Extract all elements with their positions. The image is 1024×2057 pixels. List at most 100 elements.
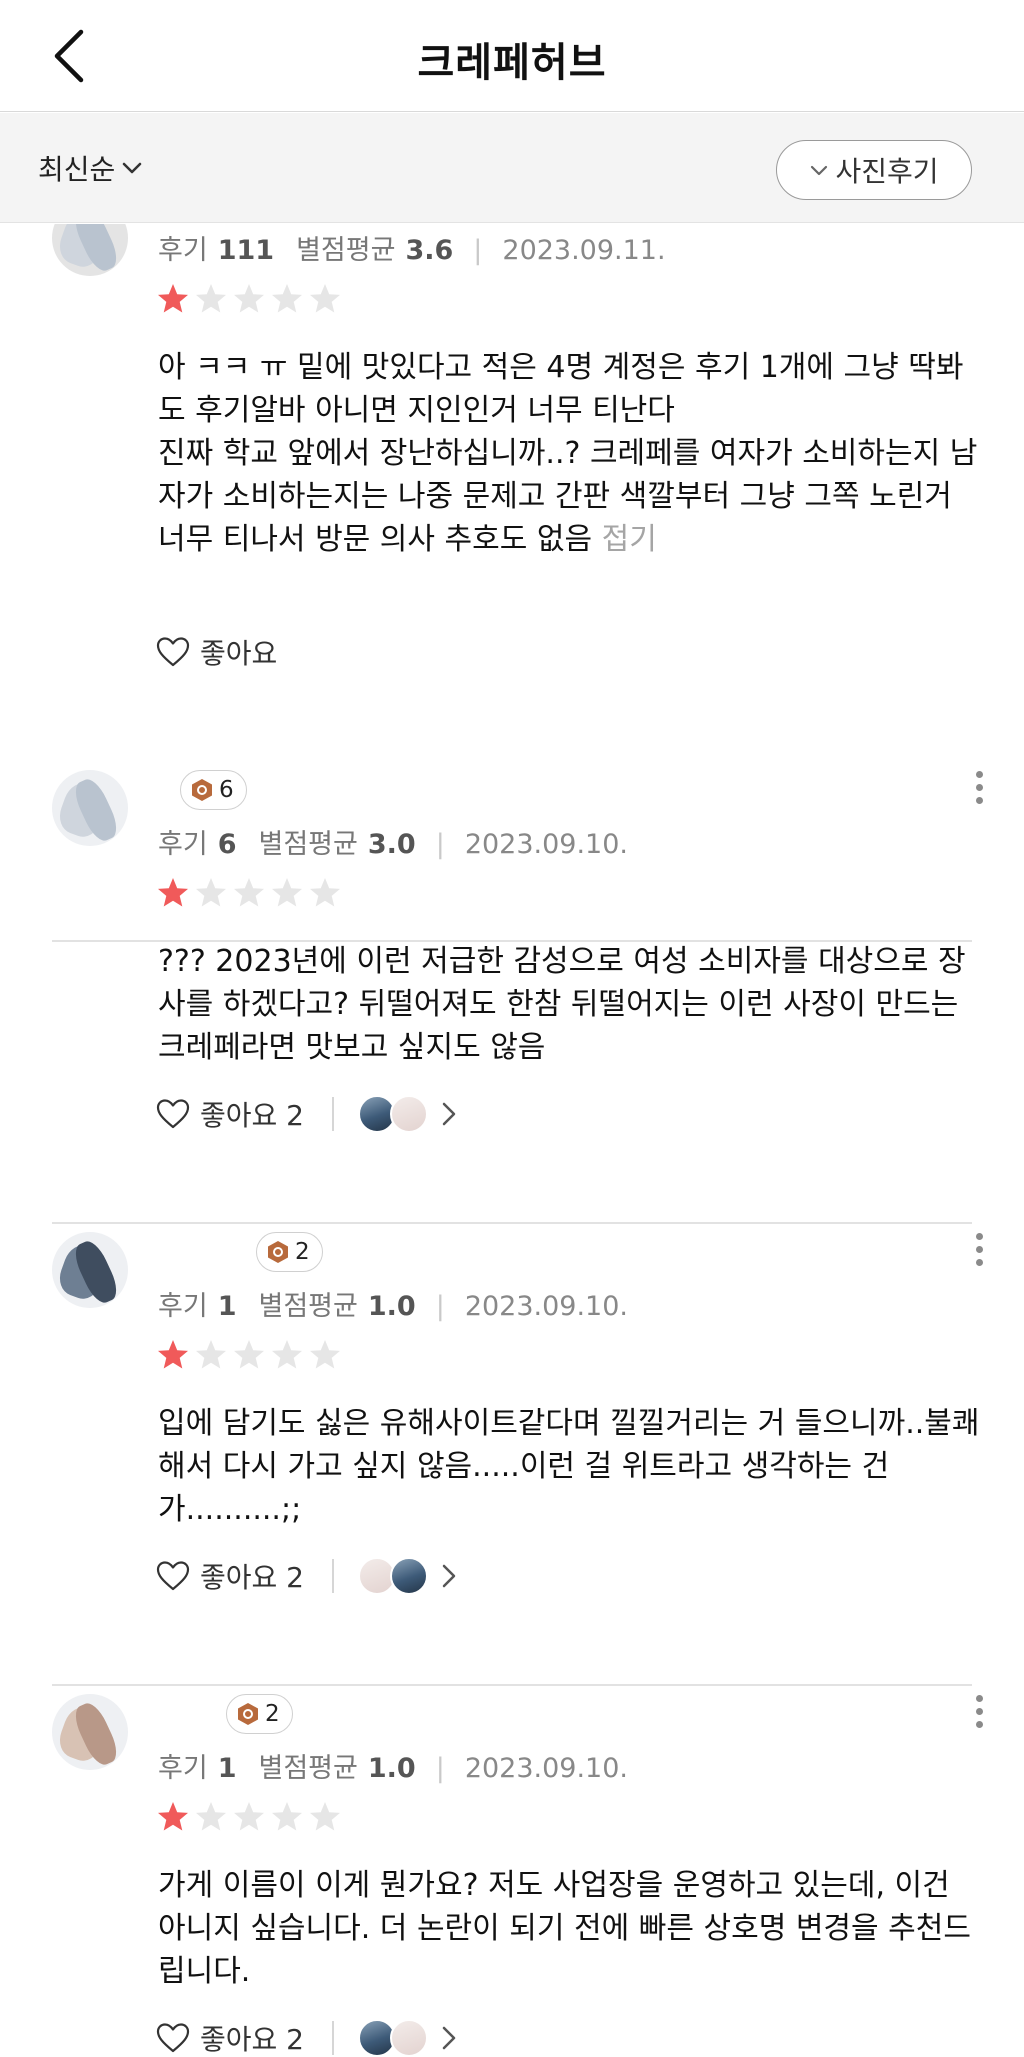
- photo-thumbnails[interactable]: [357, 2019, 458, 2057]
- photo-thumbnail[interactable]: [389, 1557, 428, 1595]
- star-empty-icon: [310, 1340, 340, 1369]
- rating-average-label: 별점평균: [258, 829, 358, 860]
- chevron-right-icon: [442, 1564, 455, 1588]
- review-item: 2 후기 1 별점평균 1.0 | 2023.09.10. 가게 이름이 이게 …: [0, 1694, 1024, 2057]
- heart-icon: [156, 2023, 190, 2053]
- review-text: 입에 담기도 싫은 유해사이트같다며 낄낄거리는 거 들으니까..불쾌해서 다시…: [158, 1406, 980, 1527]
- hexagon-badge-icon: [238, 1703, 258, 1725]
- like-button[interactable]: 좋아요 2: [156, 1556, 304, 1596]
- rating-average: 1.0: [367, 1753, 416, 1784]
- photo-thumbnails[interactable]: [357, 1557, 458, 1595]
- star-rating: [156, 876, 342, 910]
- photo-thumbnail[interactable]: [389, 2019, 428, 2057]
- star-empty-icon: [234, 878, 264, 907]
- review-count-label: 후기: [158, 235, 208, 266]
- badge-count: 6: [219, 777, 234, 803]
- page-title: 크레페허브: [417, 40, 607, 86]
- photo-thumbnails[interactable]: [357, 1095, 458, 1133]
- review-count: 1: [217, 1291, 237, 1322]
- reviewer-badge: 2: [256, 1232, 323, 1272]
- avatar[interactable]: [52, 1232, 128, 1308]
- hexagon-badge-icon: [268, 1241, 288, 1263]
- like-label: 좋아요 2: [200, 1099, 304, 1132]
- review-count: 1: [217, 1753, 237, 1784]
- photo-thumbnail[interactable]: [389, 1095, 428, 1133]
- star-empty-icon: [310, 284, 340, 313]
- actions-separator: [332, 2021, 334, 2055]
- rating-average: 3.0: [367, 829, 416, 860]
- review-item: 6 후기 6 별점평균 3.0 | 2023.09.10. ??? 2023년에…: [0, 770, 1024, 1232]
- star-empty-icon: [196, 284, 226, 313]
- app-header: 크레페허브: [0, 0, 1024, 112]
- star-empty-icon: [234, 1802, 264, 1831]
- like-button[interactable]: 좋아요 2: [156, 1094, 304, 1134]
- actions-separator: [332, 1559, 334, 1593]
- star-empty-icon: [310, 1802, 340, 1831]
- reviewer-stats: 후기 1 별점평균 1.0 | 2023.09.10.: [158, 1284, 628, 1323]
- reviewer-badge: 2: [226, 1694, 293, 1734]
- review-date: 2023.09.10.: [464, 1753, 628, 1784]
- star-filled-icon: [158, 878, 188, 907]
- star-empty-icon: [310, 878, 340, 907]
- review-count: 6: [217, 829, 237, 860]
- reviewer-stats: 후기 111 별점평균 3.6 | 2023.09.11.: [158, 228, 666, 267]
- star-rating: [156, 1338, 342, 1372]
- star-empty-icon: [272, 1802, 302, 1831]
- review-date: 2023.09.10.: [464, 829, 628, 860]
- badge-count: 2: [295, 1239, 310, 1265]
- like-button[interactable]: 좋아요: [156, 632, 277, 672]
- more-options-button[interactable]: [964, 1686, 994, 1736]
- star-empty-icon: [272, 1340, 302, 1369]
- avatar[interactable]: [52, 770, 128, 846]
- star-empty-icon: [196, 878, 226, 907]
- star-filled-icon: [158, 1340, 188, 1369]
- like-label: 좋아요 2: [200, 2023, 304, 2056]
- hexagon-badge-icon: [192, 779, 212, 801]
- chevron-right-icon: [442, 1102, 455, 1126]
- heart-icon: [156, 1561, 190, 1591]
- star-empty-icon: [234, 284, 264, 313]
- heart-icon: [156, 1099, 190, 1129]
- star-rating: [156, 1800, 342, 1834]
- rating-average-label: 별점평균: [296, 235, 396, 266]
- star-rating: [156, 282, 342, 316]
- star-empty-icon: [196, 1802, 226, 1831]
- sort-label: 최신순: [38, 153, 116, 186]
- rating-average: 1.0: [367, 1291, 416, 1322]
- filter-bar: 최신순 사진후기: [0, 113, 1024, 223]
- like-button[interactable]: 좋아요 2: [156, 2018, 304, 2057]
- star-empty-icon: [272, 284, 302, 313]
- photo-filter-label: 사진후기: [835, 155, 939, 188]
- chevron-down-icon: [123, 162, 142, 174]
- reviewer-stats: 후기 1 별점평균 1.0 | 2023.09.10.: [158, 1746, 628, 1785]
- reviewer-stats: 후기 6 별점평균 3.0 | 2023.09.10.: [158, 822, 628, 861]
- fold-link[interactable]: 접기: [602, 522, 657, 557]
- like-label: 좋아요: [200, 637, 278, 670]
- star-filled-icon: [158, 284, 188, 313]
- reviewer-badge: 6: [180, 770, 247, 810]
- review-actions: 좋아요: [156, 630, 277, 674]
- review-date: 2023.09.11.: [502, 235, 666, 266]
- review-body: 아 ㅋㅋ ㅠ 밑에 맛있다고 적은 4명 계정은 후기 1개에 그냥 딱봐도 후…: [158, 350, 978, 557]
- star-filled-icon: [158, 1802, 188, 1831]
- sort-dropdown[interactable]: 최신순: [38, 147, 143, 189]
- review-actions: 좋아요 2: [156, 2016, 458, 2057]
- photo-review-filter-button[interactable]: 사진후기: [776, 140, 972, 200]
- review-text: 아 ㅋㅋ ㅠ 밑에 맛있다고 적은 4명 계정은 후기 1개에 그냥 딱봐도 후…: [158, 346, 980, 561]
- more-options-button[interactable]: [964, 1224, 994, 1274]
- rating-average-label: 별점평균: [258, 1291, 358, 1322]
- heart-icon: [156, 637, 190, 667]
- star-empty-icon: [196, 1340, 226, 1369]
- review-date: 2023.09.10.: [464, 1291, 628, 1322]
- review-item: 2 후기 1 별점평균 1.0 | 2023.09.10. 입에 담기도 싫은 …: [0, 1232, 1024, 1694]
- more-options-button[interactable]: [964, 762, 994, 812]
- badge-count: 2: [265, 1701, 280, 1727]
- review-actions: 좋아요 2: [156, 1554, 458, 1598]
- like-label: 좋아요 2: [200, 1561, 304, 1594]
- avatar[interactable]: [52, 224, 128, 276]
- review-divider: [52, 1684, 972, 1686]
- rating-average-label: 별점평균: [258, 1753, 358, 1784]
- star-empty-icon: [234, 1340, 264, 1369]
- chevron-right-icon: [442, 2026, 455, 2050]
- avatar[interactable]: [52, 1694, 128, 1770]
